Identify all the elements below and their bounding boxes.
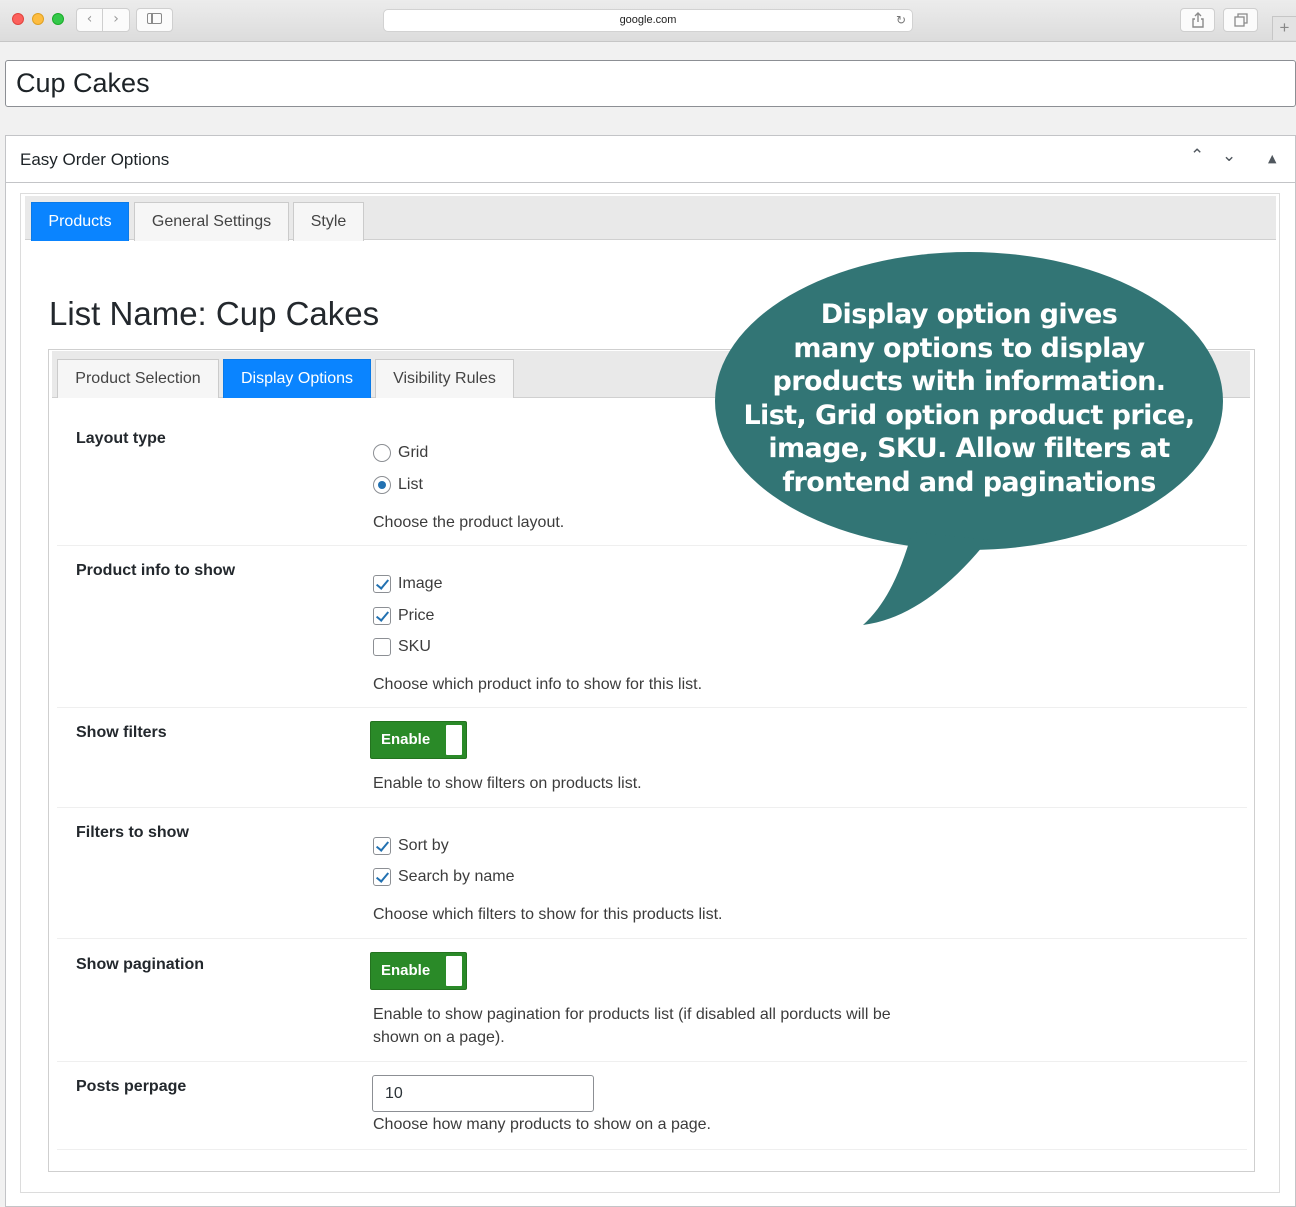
tab-general-settings[interactable]: General Settings [134,202,289,241]
posts-per-page-input[interactable]: 10 [372,1075,594,1112]
price-label: Price [398,607,435,624]
toggle-knob [446,725,462,755]
products-settings-panel: Product Selection Display Options Visibi… [48,349,1255,1172]
filters-to-show-label: Filters to show [76,824,189,841]
filters-to-show-description: Choose which filters to show for this pr… [373,906,723,923]
new-tab-button[interactable]: + [1272,16,1296,40]
show-pagination-toggle[interactable]: Enable [370,952,467,990]
minimize-window-button[interactable] [32,13,44,25]
show-filters-toggle-label: Enable [381,731,431,748]
product-info-row: Product info to show Image Price SKU Cho… [57,546,1247,708]
show-pagination-label: Show pagination [76,956,204,973]
grid-radio[interactable] [373,444,391,462]
show-filters-label: Show filters [76,724,167,741]
metabox-header: Easy Order Options ⌃ ⌄ ▲ [6,136,1295,183]
show-filters-row: Show filters Enable Enable to show filte… [57,708,1247,808]
list-label: List [398,476,423,493]
browser-toolbar: ‹ › google.com ↻ + [0,0,1296,42]
filters-to-show-row: Filters to show Sort by Search by name C… [57,808,1247,939]
sku-label: SKU [398,638,431,655]
toggle-knob [446,956,462,986]
layout-type-description: Choose the product layout. [373,514,565,531]
posts-per-page-row: Posts perpage 10 Choose how many product… [57,1062,1247,1150]
address-bar[interactable]: google.com ↻ [383,9,913,32]
metabox-content: Products General Settings Style List Nam… [20,193,1280,1193]
sub-tab-bar: Product Selection Display Options Visibi… [52,351,1250,398]
sidebar-icon [147,13,162,24]
collapse-toggle-icon[interactable]: ▲ [1268,152,1276,165]
list-name-heading: List Name: Cup Cakes [49,295,380,332]
show-filters-toggle[interactable]: Enable [370,721,467,759]
chevron-left-icon: ‹ [86,11,93,27]
product-info-label: Product info to show [76,562,236,579]
grid-label: Grid [398,444,429,461]
sidebar-toggle-button[interactable] [136,8,173,32]
tabs-icon [1233,13,1248,27]
tab-visibility-rules[interactable]: Visibility Rules [375,359,514,398]
move-up-icon[interactable]: ⌃ [1190,146,1204,166]
tab-products[interactable]: Products [31,202,129,241]
share-icon [1191,12,1204,28]
tab-display-options[interactable]: Display Options [223,359,371,398]
layout-type-label: Layout type [76,430,166,447]
plus-icon: + [1279,18,1290,37]
show-pagination-description-line1: Enable to show pagination for products l… [373,1006,891,1023]
show-pagination-row: Show pagination Enable Enable to show pa… [57,939,1247,1062]
search-by-name-label: Search by name [398,868,515,885]
product-info-description: Choose which product info to show for th… [373,676,703,693]
sort-by-checkbox[interactable] [373,837,391,855]
post-title-input[interactable]: Cup Cakes [5,60,1296,107]
tab-product-selection[interactable]: Product Selection [57,359,219,398]
chevron-right-icon: › [113,11,119,27]
back-button[interactable]: ‹ [76,8,103,32]
list-radio[interactable] [373,476,391,494]
show-pagination-description-line2: shown on a page). [373,1029,505,1046]
price-checkbox[interactable] [373,607,391,625]
url-text: google.com [619,14,677,26]
image-checkbox[interactable] [373,575,391,593]
image-label: Image [398,575,443,592]
metabox-title: Easy Order Options [20,150,170,169]
show-filters-description: Enable to show filters on products list. [373,775,642,792]
search-by-name-checkbox[interactable] [373,868,391,886]
tab-style[interactable]: Style [293,202,364,241]
posts-per-page-label: Posts perpage [76,1078,187,1095]
show-tabs-button[interactable] [1223,8,1258,32]
share-button[interactable] [1180,8,1215,32]
forward-button[interactable]: › [103,8,130,32]
sort-by-label: Sort by [398,837,449,854]
posts-per-page-description: Choose how many products to show on a pa… [373,1116,711,1133]
zoom-window-button[interactable] [52,13,64,25]
layout-type-row: Layout type Grid List Choose the product… [57,398,1247,546]
show-pagination-toggle-label: Enable [381,962,431,979]
easy-order-options-metabox: Easy Order Options ⌃ ⌄ ▲ Products Genera… [5,135,1296,1207]
reload-icon[interactable]: ↻ [896,10,906,31]
main-tab-bar: Products General Settings Style [25,196,1276,241]
move-down-icon[interactable]: ⌄ [1222,146,1236,166]
sku-checkbox[interactable] [373,638,391,656]
close-window-button[interactable] [12,13,24,25]
